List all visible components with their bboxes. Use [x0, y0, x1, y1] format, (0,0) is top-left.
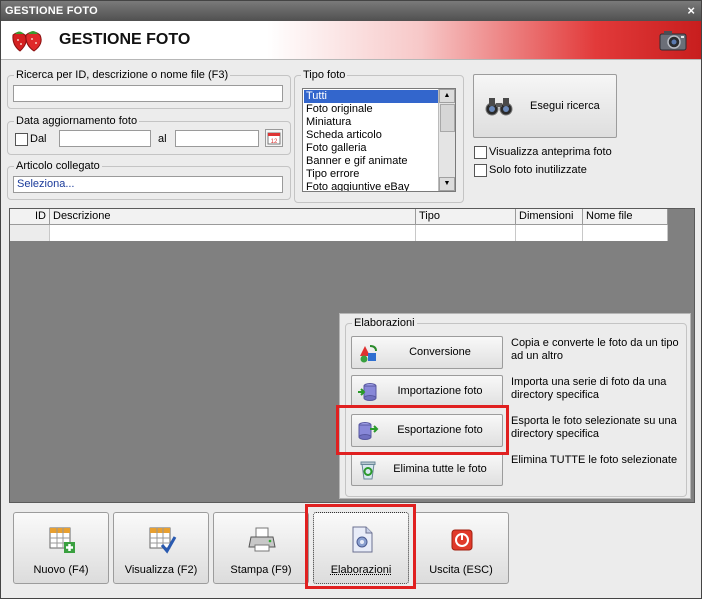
esegui-ricerca-label: Esegui ricerca	[530, 100, 600, 112]
stampa-label: Stampa (F9)	[230, 564, 292, 576]
view-check-icon	[149, 527, 177, 554]
page-title: GESTIONE FOTO	[59, 31, 191, 48]
scroll-up-icon[interactable]: ▲	[439, 89, 455, 103]
elimina-tutte-description: Elimina TUTTE le foto selezionate	[511, 454, 678, 466]
importazione-foto-button[interactable]: Importazione foto	[351, 375, 503, 408]
grid-col-id[interactable]: ID	[10, 209, 50, 224]
elimina-tutte-label: Elimina tutte le foto	[393, 463, 487, 475]
photo-type-option-originale[interactable]: Foto originale	[304, 103, 441, 116]
esportazione-foto-description: Esporta le foto selezionate su una direc…	[511, 415, 677, 440]
printer-icon	[248, 527, 276, 552]
esportazione-foto-button[interactable]: Esportazione foto	[351, 414, 503, 447]
elaborazioni-panel: Elaborazioni Conversione Copia e convert…	[339, 313, 691, 499]
nuovo-button[interactable]: Nuovo (F4)	[13, 512, 109, 584]
grid-empty-row[interactable]	[10, 225, 668, 241]
photo-type-list[interactable]: Tutti Foto originale Miniatura Scheda ar…	[302, 88, 456, 192]
nuovo-label: Nuovo (F4)	[33, 564, 89, 576]
uscita-button[interactable]: Uscita (ESC)	[413, 512, 509, 584]
calendar-button[interactable]: 12	[265, 129, 283, 147]
title-bar[interactable]: GESTIONE FOTO ×	[1, 1, 701, 21]
photo-type-option-errore[interactable]: Tipo errore	[304, 168, 441, 181]
search-input[interactable]	[13, 85, 283, 102]
photo-type-option-scheda[interactable]: Scheda articolo	[304, 129, 441, 142]
date-from-input[interactable]	[59, 130, 151, 147]
importazione-foto-label: Importazione foto	[397, 385, 483, 397]
date-filter-group: Data aggiornamento foto Dal al 12	[7, 115, 291, 155]
visualizza-button[interactable]: Visualizza (F2)	[113, 512, 209, 584]
unused-label: Solo foto inutilizzate	[489, 164, 587, 176]
visualizza-label: Visualizza (F2)	[124, 564, 198, 576]
header-banner: GESTIONE FOTO	[1, 21, 701, 60]
photo-type-legend: Tipo foto	[301, 69, 348, 81]
export-icon	[358, 422, 379, 440]
photo-type-scrollbar[interactable]: ▲ ▼	[438, 89, 455, 191]
grid-col-nome-file[interactable]: Nome file	[583, 209, 668, 224]
import-icon	[358, 383, 377, 401]
linked-article-select[interactable]: Seleziona...	[13, 176, 283, 193]
photo-type-option-galleria[interactable]: Foto galleria	[304, 142, 441, 155]
conversione-label: Conversione	[409, 346, 471, 358]
esportazione-foto-label: Esportazione foto	[397, 424, 483, 436]
date-filter-legend: Data aggiornamento foto	[14, 115, 140, 127]
preview-checkbox[interactable]	[474, 146, 487, 159]
preview-label: Visualizza anteprima foto	[489, 146, 612, 158]
grid-cell	[50, 225, 416, 241]
exit-icon	[451, 529, 473, 551]
elimina-tutte-button[interactable]: Elimina tutte le foto	[351, 453, 503, 486]
close-icon[interactable]: ×	[687, 3, 695, 18]
search-legend: Ricerca per ID, descrizione o nome file …	[14, 69, 231, 81]
grid-cell	[516, 225, 583, 241]
elaborazioni-legend: Elaborazioni	[352, 317, 417, 329]
binoculars-icon	[485, 98, 513, 116]
conversione-description: Copia e converte le foto da un tipo ad u…	[511, 337, 679, 362]
elaborazioni-button[interactable]: Elaborazioni	[313, 512, 409, 584]
photo-type-option-banner[interactable]: Banner e gif animate	[304, 155, 441, 168]
photo-type-option-miniatura[interactable]: Miniatura	[304, 116, 441, 129]
grid-cell	[583, 225, 668, 241]
linked-article-group: Articolo collegato Seleziona...	[7, 160, 291, 200]
esegui-ricerca-button[interactable]: Esegui ricerca	[473, 74, 617, 138]
grid-header: ID Descrizione Tipo Dimensioni Nome file	[10, 209, 668, 225]
grid-cell	[416, 225, 516, 241]
grid-col-dimensioni[interactable]: Dimensioni	[516, 209, 583, 224]
new-grid-icon	[49, 527, 75, 553]
date-to-input[interactable]	[175, 130, 259, 147]
calendar-day: 12	[271, 139, 278, 145]
strawberry-logo-icon	[12, 31, 42, 52]
recycle-bin-icon	[360, 461, 376, 480]
elaborazioni-label: Elaborazioni	[330, 564, 392, 576]
gestione-foto-window: GESTIONE FOTO × GESTIONE FOTO Ricerca pe…	[0, 0, 702, 599]
calendar-icon: 12	[267, 132, 281, 145]
scroll-down-icon[interactable]: ▼	[439, 177, 455, 191]
grid-row-indicator	[10, 225, 50, 241]
uscita-label: Uscita (ESC)	[429, 564, 493, 576]
conversione-button[interactable]: Conversione	[351, 336, 503, 369]
date-filter-checkbox[interactable]	[15, 133, 28, 146]
grid-col-tipo[interactable]: Tipo	[416, 209, 516, 224]
search-group: Ricerca per ID, descrizione o nome file …	[7, 69, 291, 109]
linked-article-legend: Articolo collegato	[14, 160, 102, 172]
stampa-button[interactable]: Stampa (F9)	[213, 512, 309, 584]
photo-type-option-ebay[interactable]: Foto aggiuntive eBay	[304, 181, 441, 191]
convert-icon	[360, 345, 377, 363]
camera-icon	[659, 31, 687, 51]
date-from-label: Dal	[30, 133, 47, 145]
date-to-label: al	[158, 133, 167, 145]
process-icon	[352, 526, 373, 553]
grid-col-descrizione[interactable]: Descrizione	[50, 209, 416, 224]
photo-type-option-tutti[interactable]: Tutti	[304, 90, 441, 103]
unused-checkbox[interactable]	[474, 164, 487, 177]
importazione-foto-description: Importa una serie di foto da una directo…	[511, 376, 667, 401]
scroll-thumb[interactable]	[440, 104, 455, 132]
window-title: GESTIONE FOTO	[5, 5, 98, 17]
